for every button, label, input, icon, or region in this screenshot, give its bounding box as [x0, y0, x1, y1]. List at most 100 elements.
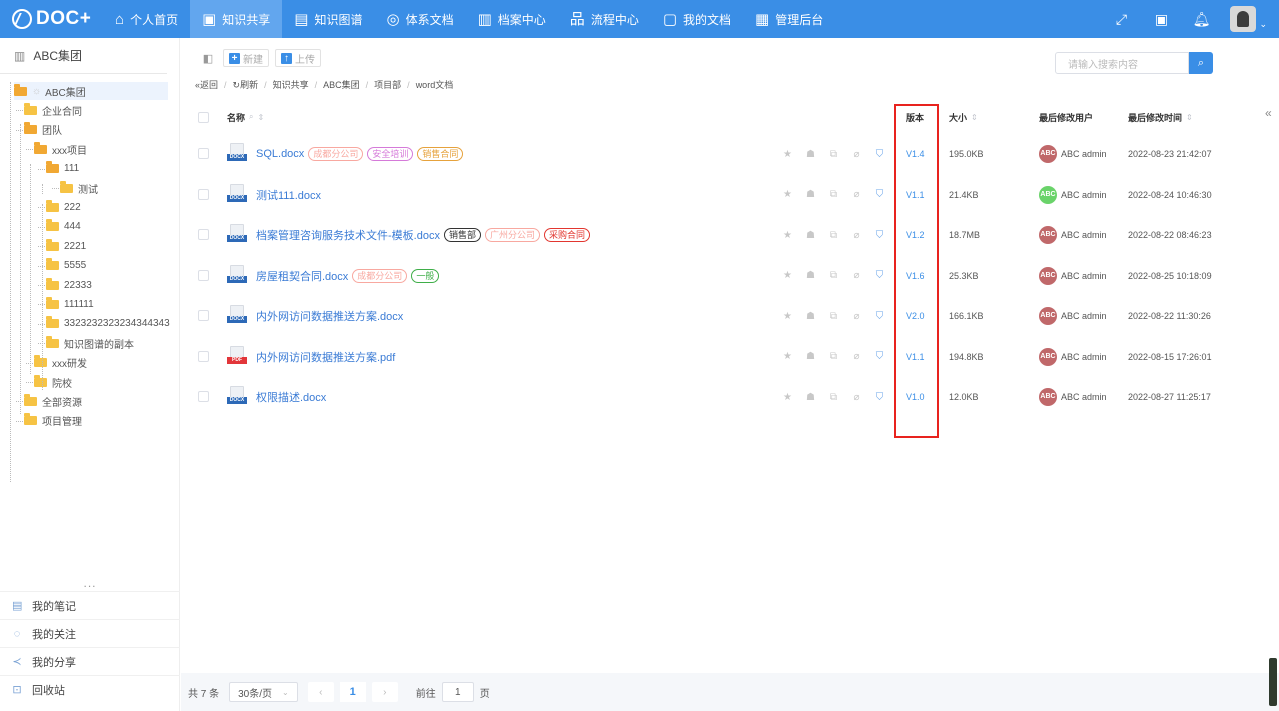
- column-size[interactable]: 大小 ⇕: [949, 100, 978, 134]
- file-name-link[interactable]: 内外网访问数据推送方案.pdf: [256, 349, 395, 365]
- star-icon[interactable]: ★: [776, 230, 799, 241]
- lock-icon[interactable]: ☗: [799, 189, 822, 200]
- attachment-icon[interactable]: ⌀: [845, 230, 868, 241]
- tree-node[interactable]: 院校: [34, 373, 72, 391]
- star-icon[interactable]: ★: [776, 392, 799, 403]
- tree-node[interactable]: 企业合同: [24, 101, 82, 119]
- tree-node[interactable]: 2221: [46, 237, 86, 255]
- file-tag[interactable]: 销售部: [443, 228, 481, 242]
- shield-icon[interactable]: ⛉: [868, 392, 891, 403]
- star-icon[interactable]: ★: [776, 311, 799, 322]
- org-header[interactable]: ▥ ABC集团: [0, 38, 167, 74]
- goto-page-input[interactable]: 1: [441, 682, 474, 702]
- page-size-select[interactable]: 30条/页 ⌄: [229, 682, 298, 702]
- tree-node[interactable]: 111111: [46, 295, 94, 313]
- nav-item-5[interactable]: 品流程中心: [558, 0, 651, 38]
- tree-node[interactable]: 团队: [24, 121, 62, 139]
- floating-handle[interactable]: [1269, 658, 1277, 706]
- breadcrumb-item[interactable]: 知识共享: [273, 78, 309, 91]
- search-icon[interactable]: ⌕: [249, 112, 253, 122]
- sort-icon[interactable]: ⇕: [258, 113, 265, 122]
- file-name-link[interactable]: SQL.docx: [256, 148, 304, 160]
- lock-icon[interactable]: ☗: [799, 149, 822, 160]
- row-checkbox[interactable]: [198, 310, 209, 321]
- file-name-link[interactable]: 房屋租契合同.docx: [256, 268, 348, 284]
- new-button[interactable]: + 新建: [223, 49, 269, 67]
- nav-item-1[interactable]: ▣ 知识共享: [190, 0, 283, 38]
- nav-item-6[interactable]: ▢ 我的文档: [651, 0, 743, 38]
- column-name[interactable]: 名称 ⌕ ⇕: [227, 100, 264, 134]
- nav-item-4[interactable]: ▥ 档案中心: [466, 0, 558, 38]
- shield-icon[interactable]: ⛉: [868, 351, 891, 362]
- lock-icon[interactable]: ☗: [799, 351, 822, 362]
- attachment-icon[interactable]: ⌀: [845, 270, 868, 281]
- sort-icon[interactable]: ⇕: [1186, 113, 1193, 122]
- next-page-button[interactable]: ›: [371, 682, 398, 702]
- copy-icon[interactable]: ⧉: [822, 230, 845, 241]
- nav-item-3[interactable]: ◎ 体系文档: [374, 0, 465, 38]
- attachment-icon[interactable]: ⌀: [845, 392, 868, 403]
- lock-icon[interactable]: ☗: [799, 392, 822, 403]
- breadcrumb-item[interactable]: ABC集团: [323, 78, 360, 91]
- more-indicator[interactable]: ...: [0, 576, 180, 590]
- tree-node[interactable]: 3323232323234344343: [46, 315, 170, 333]
- sort-icon[interactable]: ⇕: [971, 113, 978, 122]
- lock-icon[interactable]: ☗: [799, 311, 822, 322]
- copy-icon[interactable]: ⧉: [822, 392, 845, 403]
- star-icon[interactable]: ★: [776, 149, 799, 160]
- panel-toggle-icon[interactable]: ◧: [199, 49, 217, 67]
- row-checkbox[interactable]: [198, 269, 209, 281]
- copy-icon[interactable]: ⧉: [822, 149, 845, 160]
- shield-icon[interactable]: ⛉: [868, 311, 891, 322]
- bell-icon[interactable]: 🔔︎: [1186, 11, 1216, 28]
- shield-icon[interactable]: ⛉: [868, 270, 891, 281]
- shield-icon[interactable]: ⛉: [868, 230, 891, 241]
- file-name-link[interactable]: 测试111.docx: [256, 187, 321, 203]
- tree-node[interactable]: ☼ ABC集团: [14, 82, 168, 100]
- copy-icon[interactable]: ⧉: [822, 189, 845, 200]
- file-tag[interactable]: 销售合同: [417, 147, 464, 161]
- fullscreen-icon[interactable]: ⤢: [1106, 11, 1136, 28]
- row-checkbox[interactable]: [198, 350, 209, 362]
- tree-node[interactable]: xxx项目: [34, 140, 87, 158]
- tree-node[interactable]: 22333: [46, 276, 92, 294]
- lock-icon[interactable]: ☗: [799, 230, 822, 241]
- tree-node[interactable]: 项目管理: [24, 412, 82, 430]
- row-checkbox[interactable]: [198, 391, 209, 402]
- file-tag[interactable]: 成都分公司: [308, 147, 364, 161]
- tree-node[interactable]: 全部资源: [24, 392, 82, 410]
- attachment-icon[interactable]: ⌀: [845, 351, 868, 362]
- chevron-down-icon[interactable]: ⌄: [1259, 19, 1267, 30]
- page-number[interactable]: 1: [339, 682, 366, 702]
- star-icon[interactable]: ★: [776, 351, 799, 362]
- file-name-link[interactable]: 权限描述.docx: [256, 389, 326, 405]
- copy-icon[interactable]: ⧉: [822, 311, 845, 322]
- row-checkbox[interactable]: [198, 229, 209, 240]
- search-input[interactable]: 请输入搜索内容: [1055, 52, 1189, 74]
- tree-node[interactable]: 知识图谱的副本: [46, 334, 134, 352]
- file-name-link[interactable]: 档案管理咨询服务技术文件-模板.docx: [256, 227, 440, 243]
- lock-icon[interactable]: ☗: [799, 270, 822, 281]
- sidebar-menu-item[interactable]: ≺ 我的分享: [0, 647, 180, 675]
- file-tag[interactable]: 一般: [411, 268, 440, 283]
- sidebar-menu-item[interactable]: ▤ 我的笔记: [0, 591, 180, 619]
- nav-item-2[interactable]: ▤ 知识图谱: [282, 0, 374, 38]
- shield-icon[interactable]: ⛉: [868, 189, 891, 200]
- row-checkbox[interactable]: [198, 188, 209, 200]
- sidebar-menu-item[interactable]: ◌ 我的关注: [0, 619, 180, 647]
- nav-item-7[interactable]: ▦ 管理后台: [743, 0, 835, 38]
- prev-page-button[interactable]: ‹: [307, 682, 334, 702]
- upload-button[interactable]: ↑ 上传: [275, 49, 321, 67]
- file-tag[interactable]: 安全培训: [367, 147, 414, 161]
- breadcrumb-item[interactable]: «返回: [195, 78, 218, 91]
- breadcrumb-item[interactable]: word文档: [416, 78, 454, 91]
- user-avatar[interactable]: [1230, 6, 1257, 32]
- file-tag[interactable]: 采购合同: [544, 228, 591, 242]
- collapse-panel-icon[interactable]: «: [1265, 106, 1272, 120]
- tree-node[interactable]: 测试: [60, 179, 98, 197]
- row-checkbox[interactable]: [198, 148, 209, 159]
- star-icon[interactable]: ★: [776, 270, 799, 281]
- attachment-icon[interactable]: ⌀: [845, 189, 868, 200]
- copy-icon[interactable]: ⧉: [822, 270, 845, 281]
- column-time[interactable]: 最后修改时间 ⇕: [1128, 100, 1193, 134]
